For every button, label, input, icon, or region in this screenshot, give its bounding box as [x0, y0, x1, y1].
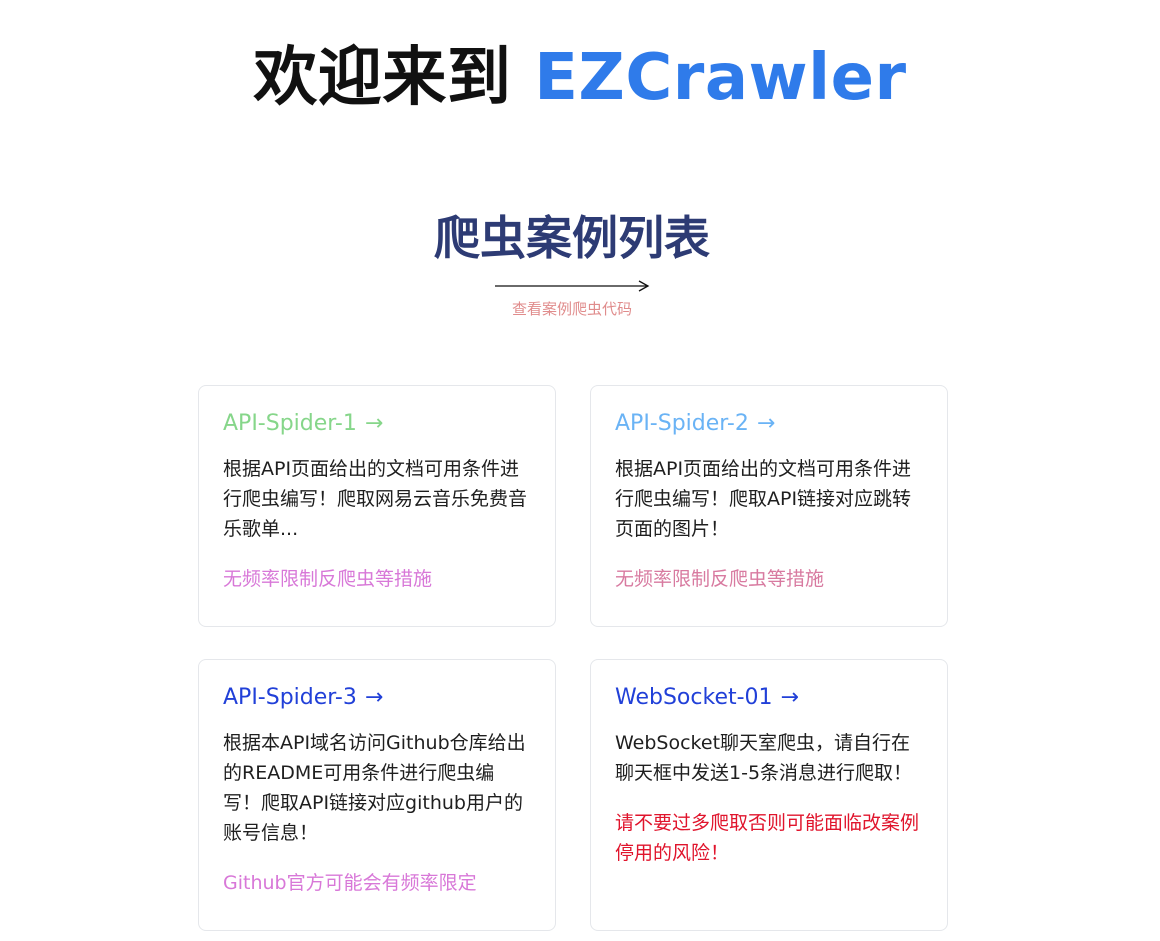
section-title: 爬虫案例列表	[434, 211, 710, 265]
case-card-title-link[interactable]: API-Spider-2 →	[615, 408, 775, 440]
case-card-title: API-Spider-3	[223, 685, 357, 710]
case-card-api-spider-3: API-Spider-3 → 根据本API域名访问Github仓库给出的READM…	[198, 659, 556, 931]
case-card-title-link[interactable]: API-Spider-1 →	[223, 408, 383, 440]
arrow-right-icon: →	[780, 685, 799, 710]
case-card-title-link[interactable]: API-Spider-3 →	[223, 682, 383, 714]
case-card-title-link[interactable]: WebSocket-01 →	[615, 682, 799, 714]
case-card-description: 根据API页面给出的文档可用条件进行爬虫编写！爬取网易云音乐免费音乐歌单...	[223, 458, 528, 540]
case-card-title: API-Spider-2	[615, 411, 749, 436]
case-card-note: Github官方可能会有频率限定	[223, 872, 477, 894]
long-arrow-right-icon[interactable]	[494, 276, 652, 296]
case-card-warning: 请不要过多爬取否则可能面临改案例停用的风险！	[615, 812, 920, 864]
case-card-title: API-Spider-1	[223, 411, 357, 436]
brand-name: EZCrawler	[534, 41, 907, 115]
case-card-description: WebSocket聊天室爬虫，请自行在聊天框中发送1-5条消息进行爬取！	[615, 732, 913, 784]
case-card-api-spider-1: API-Spider-1 → 根据API页面给出的文档可用条件进行爬虫编写！爬取网…	[198, 385, 556, 627]
case-card-note: 无频率限制反爬虫等措施	[223, 568, 433, 590]
page: 欢迎来到 EZCrawler 爬虫案例列表 查看案例爬虫代码 API-Spide…	[0, 0, 1160, 941]
arrow-right-icon: →	[364, 685, 384, 710]
case-card-websocket-01: WebSocket-01 → WebSocket聊天室爬虫，请自行在聊天框中发送1…	[590, 659, 948, 931]
view-code-link[interactable]: 查看案例爬虫代码	[0, 299, 1144, 319]
case-card-title: WebSocket-01	[615, 685, 773, 710]
page-title: 欢迎来到 EZCrawler	[0, 38, 1160, 118]
arrow-right-icon: →	[756, 411, 776, 436]
arrow-right-icon: →	[364, 411, 384, 436]
case-card-note: 无频率限制反爬虫等措施	[615, 568, 825, 590]
case-card-description: 根据本API域名访问Github仓库给出的README可用条件进行爬虫编写！爬取…	[223, 732, 526, 844]
case-card-api-spider-2: API-Spider-2 → 根据API页面给出的文档可用条件进行爬虫编写！爬取A…	[590, 385, 948, 627]
case-card-description: 根据API页面给出的文档可用条件进行爬虫编写！爬取API链接对应跳转页面的图片！	[615, 458, 912, 540]
page-title-prefix: 欢迎来到	[253, 41, 512, 115]
